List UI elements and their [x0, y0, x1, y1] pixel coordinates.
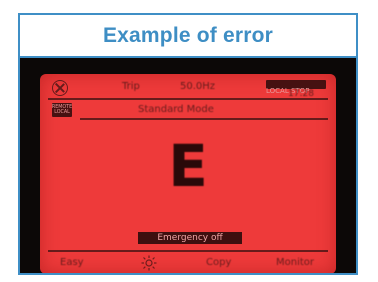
local-stop-badge: LOCAL STOP [266, 80, 326, 95]
softkey-easy[interactable]: Easy [60, 257, 84, 268]
lcd-screen: Trip 50.0Hz LOCAL STOP 17:28 REMOTE LOCA… [40, 74, 336, 273]
circle-x-icon [52, 80, 68, 96]
mode-divider [80, 118, 328, 120]
device-panel: Trip 50.0Hz LOCAL STOP 17:28 REMOTE LOCA… [20, 58, 356, 273]
frequency-readout: 50.0Hz [180, 81, 216, 92]
softkey-monitor[interactable]: Monitor [276, 257, 314, 268]
bottom-divider [48, 250, 328, 252]
mode-title: Standard Mode [138, 104, 214, 115]
example-card: Example of error Trip 50.0Hz LOCAL STOP … [18, 13, 358, 275]
card-title: Example of error [102, 23, 274, 47]
softkey-copy[interactable]: Copy [206, 257, 231, 268]
error-code: E [168, 132, 208, 200]
remote-local-badge: REMOTE LOCAL [51, 103, 73, 117]
top-divider [48, 98, 328, 100]
sun-icon[interactable] [141, 255, 157, 271]
status-message: Emergency off [138, 232, 242, 244]
trip-label: Trip [122, 81, 140, 92]
card-header: Example of error [20, 15, 356, 58]
